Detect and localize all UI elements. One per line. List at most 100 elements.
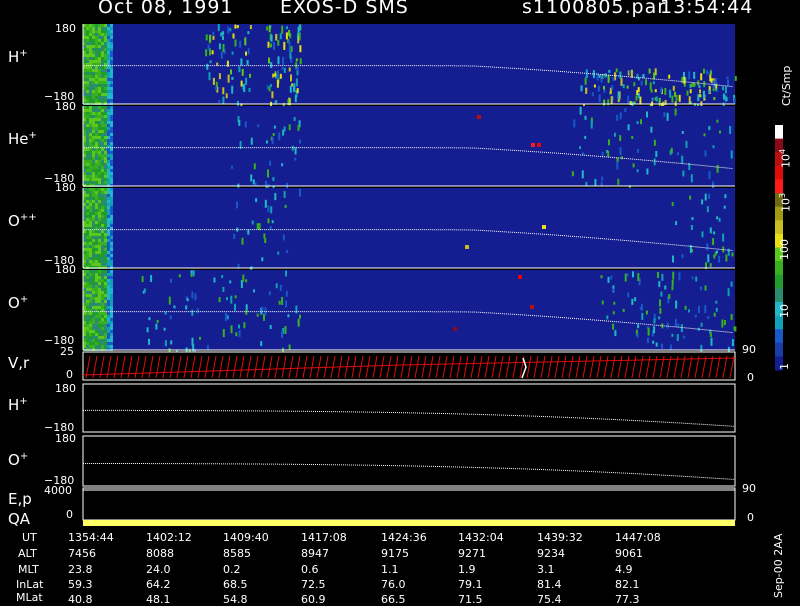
spectrogram-cell (298, 24, 301, 31)
colorbar-label-1e4: 104 (778, 148, 793, 168)
spectrogram-hotspot (531, 143, 535, 147)
spectrogram-cell (101, 288, 104, 291)
spectrogram-cell (107, 163, 110, 166)
spectrogram-cell (89, 345, 92, 348)
spectrogram-cell (92, 218, 95, 221)
spectrogram-cell (86, 130, 89, 133)
spectrogram-cell (89, 245, 92, 248)
spectrogram-cell (110, 221, 113, 224)
spectrogram-cell (98, 75, 101, 78)
spectrogram-cell (101, 257, 104, 260)
spectrogram-cell (95, 306, 98, 309)
spectrogram-cell (98, 24, 101, 27)
spectrogram-cell (98, 282, 101, 285)
spectrogram-cell (95, 57, 98, 60)
spectrogram-cell (693, 83, 696, 87)
spectrogram-cell (95, 203, 98, 206)
spectrogram-cell (104, 84, 107, 87)
spectrogram-cell (86, 330, 89, 333)
spectrogram-cell (104, 45, 107, 48)
spectrogram-cell (606, 315, 609, 320)
spectrogram-cell (95, 81, 98, 84)
spectrogram-cell (107, 139, 110, 142)
spectrogram-cell (659, 299, 661, 307)
spectrogram-cell (291, 83, 293, 87)
spectrogram-cell (299, 58, 302, 65)
spectrogram-cell (98, 60, 101, 63)
spectrogram-cell (110, 197, 113, 200)
footer-value-inlat: 59.3 (68, 578, 93, 591)
spectrogram-cell (89, 330, 92, 333)
spectrogram-cell (222, 286, 225, 292)
spectrogram-cell (263, 233, 266, 239)
spectrogram-cell (98, 194, 101, 197)
spectrogram-cell (290, 74, 292, 82)
spectrogram-cell (672, 255, 674, 263)
spectrogram-cell (101, 139, 104, 142)
spectrogram-cell (92, 178, 95, 181)
spectrogram-cell (95, 291, 98, 294)
spectrogram-cell (95, 282, 98, 285)
spectrogram-cell (86, 51, 89, 54)
spectrogram-cell (104, 257, 107, 260)
spectrogram-cell (286, 250, 289, 254)
spectrogram-cell (104, 133, 107, 136)
spectrogram-cell (107, 282, 110, 285)
spectrogram-cell (110, 81, 113, 84)
spectrogram-cell (627, 95, 630, 104)
spectrogram-cell (95, 127, 98, 130)
spectrogram-hotspot (518, 275, 522, 279)
spectrogram-cell (107, 297, 110, 300)
spectrogram-cell (86, 245, 89, 248)
spectrogram-cell (640, 80, 643, 86)
spectrogram-cell (92, 224, 95, 227)
spectrogram-cell (716, 119, 719, 123)
spectrogram-cell (95, 260, 98, 263)
spectrogram-cell (104, 288, 107, 291)
spectrogram-cell (92, 285, 95, 288)
spectrogram-cell (148, 338, 150, 345)
spectrogram-cell (242, 83, 245, 90)
spectrogram-cell (110, 60, 113, 63)
spectrogram-cell (164, 311, 167, 315)
spectrogram-cell (89, 115, 92, 118)
spectrogram-cell (107, 99, 110, 102)
spectrogram-cell (269, 84, 272, 88)
spectrogram-cell (92, 209, 95, 212)
spectrogram-cell (733, 97, 736, 104)
spectrogram-cell (86, 151, 89, 154)
spectrogram-cell (92, 130, 95, 133)
spectrogram-cell (730, 314, 733, 321)
spectrogram-cell (261, 306, 264, 312)
spectrogram-cell (294, 157, 297, 161)
spectrogram-cell (95, 109, 98, 112)
spectrogram-cell (101, 270, 104, 273)
spectrogram-cell (638, 282, 641, 286)
spectrogram-cell (98, 191, 101, 194)
spectrogram-cell (101, 312, 104, 315)
spectrogram-cell (104, 139, 107, 142)
spectrogram-cell (101, 242, 104, 245)
spectrogram-cell (98, 142, 101, 145)
spectrogram-cell (92, 312, 95, 315)
spectrogram-cell (635, 95, 638, 101)
spectrogram-cell (654, 89, 657, 93)
panel-label-he-plus: He+ (8, 130, 37, 148)
spectrogram-cell (89, 263, 92, 266)
spectrogram-cell (92, 251, 95, 254)
spectrogram-cell (92, 181, 95, 184)
spectrogram-cell (92, 24, 95, 27)
spectrogram-cell (163, 327, 166, 331)
spectrogram-cell (284, 204, 287, 208)
spectrogram-cell (110, 166, 113, 169)
spectrogram-cell (104, 166, 107, 169)
spectrogram-cell (107, 48, 110, 51)
spectrogram-cell (639, 306, 642, 310)
spectrogram-cell (107, 242, 110, 245)
footer-value-ut: 1432:04 (458, 531, 504, 544)
spectrogram-cell (694, 314, 697, 318)
spectrogram-cell (104, 66, 107, 69)
spectrogram-cell (272, 133, 275, 136)
spectrogram-cell (107, 109, 110, 112)
spectrogram-cell (584, 115, 587, 120)
